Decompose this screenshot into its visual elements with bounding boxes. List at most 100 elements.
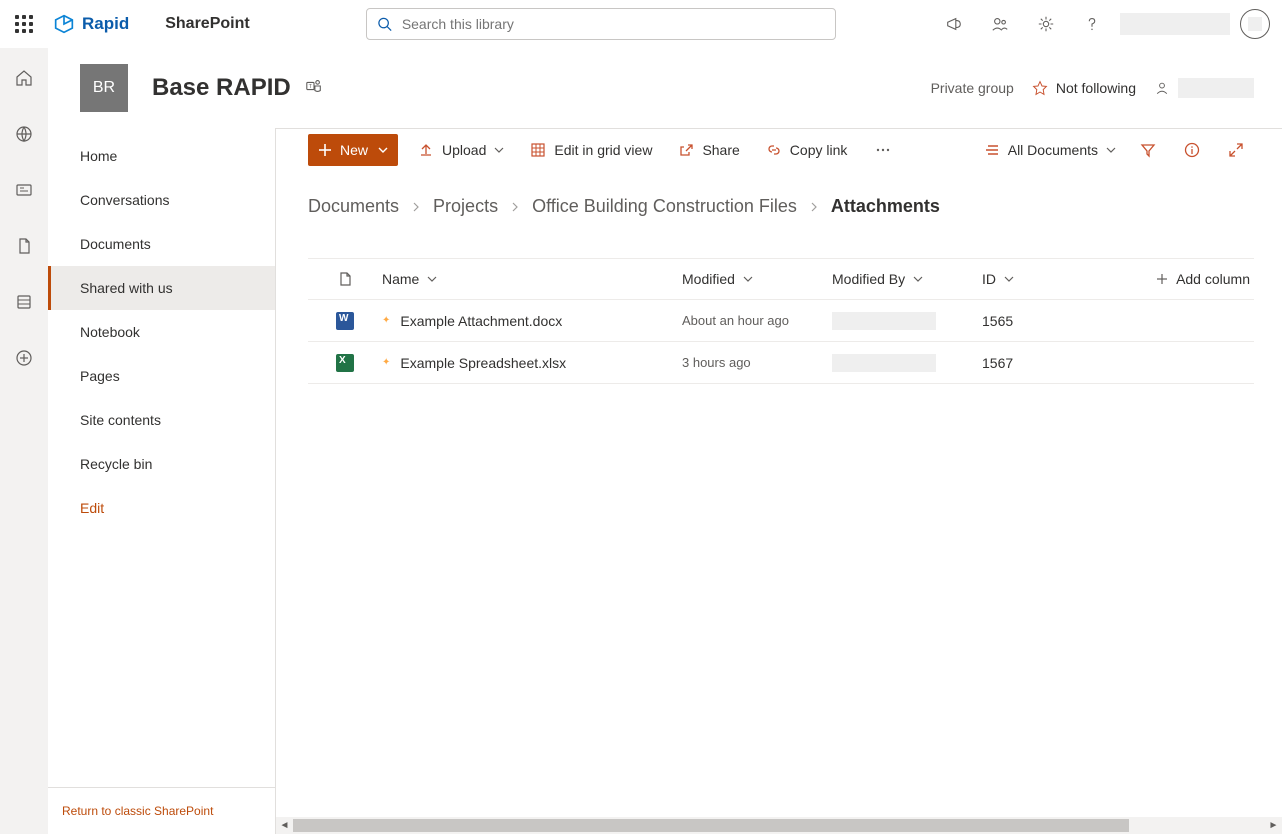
copy-link-button[interactable]: Copy link bbox=[760, 134, 854, 166]
add-column-label: Add column bbox=[1176, 271, 1250, 287]
header-modified[interactable]: Modified bbox=[682, 271, 832, 287]
settings-button[interactable] bbox=[1024, 0, 1068, 48]
filter-icon bbox=[1140, 142, 1156, 158]
breadcrumb: Documents Projects Office Building Const… bbox=[308, 196, 940, 217]
header-icon[interactable] bbox=[308, 271, 382, 287]
nav-shared-with-us[interactable]: Shared with us bbox=[48, 266, 275, 310]
modified-value: 3 hours ago bbox=[682, 355, 751, 370]
nav-footer: Return to classic SharePoint bbox=[48, 787, 275, 834]
follow-button[interactable]: Not following bbox=[1032, 80, 1136, 96]
search-input[interactable] bbox=[402, 16, 825, 32]
nav-conversations[interactable]: Conversations bbox=[48, 178, 275, 222]
ellipsis-icon bbox=[875, 142, 891, 158]
members-area[interactable] bbox=[1154, 78, 1254, 98]
plus-icon bbox=[318, 143, 332, 157]
account-manager-button[interactable] bbox=[1240, 9, 1270, 39]
id-value: 1567 bbox=[982, 355, 1013, 371]
star-icon bbox=[1032, 80, 1048, 96]
link-icon bbox=[766, 142, 782, 158]
megaphone-button[interactable] bbox=[932, 0, 976, 48]
header-modified-by-label: Modified By bbox=[832, 271, 905, 287]
help-button[interactable] bbox=[1070, 0, 1114, 48]
table-row[interactable]: ✦ Example Spreadsheet.xlsx 3 hours ago 15… bbox=[308, 342, 1254, 384]
command-bar: New Upload Edit in grid view Share Copy … bbox=[276, 128, 1282, 172]
word-file-icon bbox=[336, 312, 354, 330]
rail-home-button[interactable] bbox=[0, 64, 48, 92]
file-name[interactable]: Example Spreadsheet.xlsx bbox=[400, 355, 566, 371]
header-modified-by[interactable]: Modified By bbox=[832, 271, 982, 287]
nav-site-contents[interactable]: Site contents bbox=[48, 398, 275, 442]
site-title[interactable]: Base RAPID bbox=[152, 74, 291, 102]
share-icon bbox=[678, 142, 694, 158]
header-id[interactable]: ID bbox=[982, 271, 1122, 287]
share-button[interactable]: Share bbox=[672, 134, 745, 166]
search-box[interactable] bbox=[366, 8, 836, 40]
app-name[interactable]: SharePoint bbox=[165, 15, 249, 33]
modified-value: About an hour ago bbox=[682, 313, 789, 328]
rail-mysites-button[interactable] bbox=[0, 120, 48, 148]
brand[interactable]: Rapid bbox=[54, 14, 129, 34]
upload-label: Upload bbox=[442, 142, 486, 158]
immersive-reader-button[interactable] bbox=[978, 0, 1022, 48]
scroll-right-arrow[interactable]: ► bbox=[1265, 817, 1282, 834]
excel-file-icon bbox=[336, 354, 354, 372]
filter-button[interactable] bbox=[1130, 134, 1166, 166]
add-column-button[interactable]: Add column bbox=[1122, 271, 1254, 287]
nav-home[interactable]: Home bbox=[48, 134, 275, 178]
scroll-track[interactable] bbox=[293, 817, 1265, 834]
header-name[interactable]: Name bbox=[382, 271, 682, 287]
share-label: Share bbox=[702, 142, 739, 158]
person-icon bbox=[1154, 80, 1170, 96]
chevron-right-icon bbox=[809, 202, 819, 212]
modified-by-placeholder bbox=[832, 312, 936, 330]
crumb-projects[interactable]: Projects bbox=[433, 196, 498, 217]
nav-edit[interactable]: Edit bbox=[48, 486, 275, 530]
site-header-right: Private group Not following bbox=[931, 78, 1254, 98]
site-logo[interactable]: BR bbox=[80, 64, 128, 112]
return-classic-link[interactable]: Return to classic SharePoint bbox=[62, 804, 213, 818]
modified-by-placeholder bbox=[832, 354, 936, 372]
rail-news-button[interactable] bbox=[0, 176, 48, 204]
rail-create-button[interactable] bbox=[0, 344, 48, 372]
new-button[interactable]: New bbox=[308, 134, 398, 166]
scroll-left-arrow[interactable]: ◄ bbox=[276, 817, 293, 834]
nav-notebook[interactable]: Notebook bbox=[48, 310, 275, 354]
rail-files-button[interactable] bbox=[0, 232, 48, 260]
teams-link-button[interactable]: T bbox=[305, 77, 323, 100]
info-icon bbox=[1184, 142, 1200, 158]
horizontal-scrollbar[interactable]: ◄ ► bbox=[276, 817, 1282, 834]
info-pane-button[interactable] bbox=[1174, 134, 1210, 166]
privacy-label: Private group bbox=[931, 80, 1014, 96]
grid-view-button[interactable]: Edit in grid view bbox=[524, 134, 658, 166]
home-icon bbox=[14, 68, 34, 88]
megaphone-icon bbox=[945, 15, 963, 33]
plus-circle-icon bbox=[14, 348, 34, 368]
nav-recycle-bin[interactable]: Recycle bin bbox=[48, 442, 275, 486]
upload-button[interactable]: Upload bbox=[412, 134, 510, 166]
news-icon bbox=[14, 180, 34, 200]
globe-icon bbox=[14, 124, 34, 144]
search-icon bbox=[377, 16, 392, 32]
scroll-thumb[interactable] bbox=[293, 819, 1129, 832]
site-header: BR Base RAPID T Private group Not follow… bbox=[48, 48, 1282, 128]
suite-right bbox=[932, 0, 1274, 48]
nav-pages[interactable]: Pages bbox=[48, 354, 275, 398]
rail-lists-button[interactable] bbox=[0, 288, 48, 316]
file-name[interactable]: Example Attachment.docx bbox=[400, 313, 562, 329]
gear-icon bbox=[1037, 15, 1055, 33]
follow-label: Not following bbox=[1056, 80, 1136, 96]
new-badge-icon: ✦ bbox=[382, 357, 390, 368]
views-button[interactable]: All Documents bbox=[978, 134, 1122, 166]
new-badge-icon: ✦ bbox=[382, 315, 390, 326]
app-launcher-button[interactable] bbox=[0, 0, 48, 48]
crumb-office-building[interactable]: Office Building Construction Files bbox=[532, 196, 797, 217]
table-row[interactable]: ✦ Example Attachment.docx About an hour a… bbox=[308, 300, 1254, 342]
left-nav: Home Conversations Documents Shared with… bbox=[48, 128, 276, 834]
more-actions-button[interactable] bbox=[867, 134, 899, 166]
waffle-icon bbox=[15, 15, 33, 33]
fullscreen-button[interactable] bbox=[1218, 134, 1254, 166]
help-icon bbox=[1083, 15, 1101, 33]
copy-link-label: Copy link bbox=[790, 142, 848, 158]
nav-documents[interactable]: Documents bbox=[48, 222, 275, 266]
crumb-documents[interactable]: Documents bbox=[308, 196, 399, 217]
